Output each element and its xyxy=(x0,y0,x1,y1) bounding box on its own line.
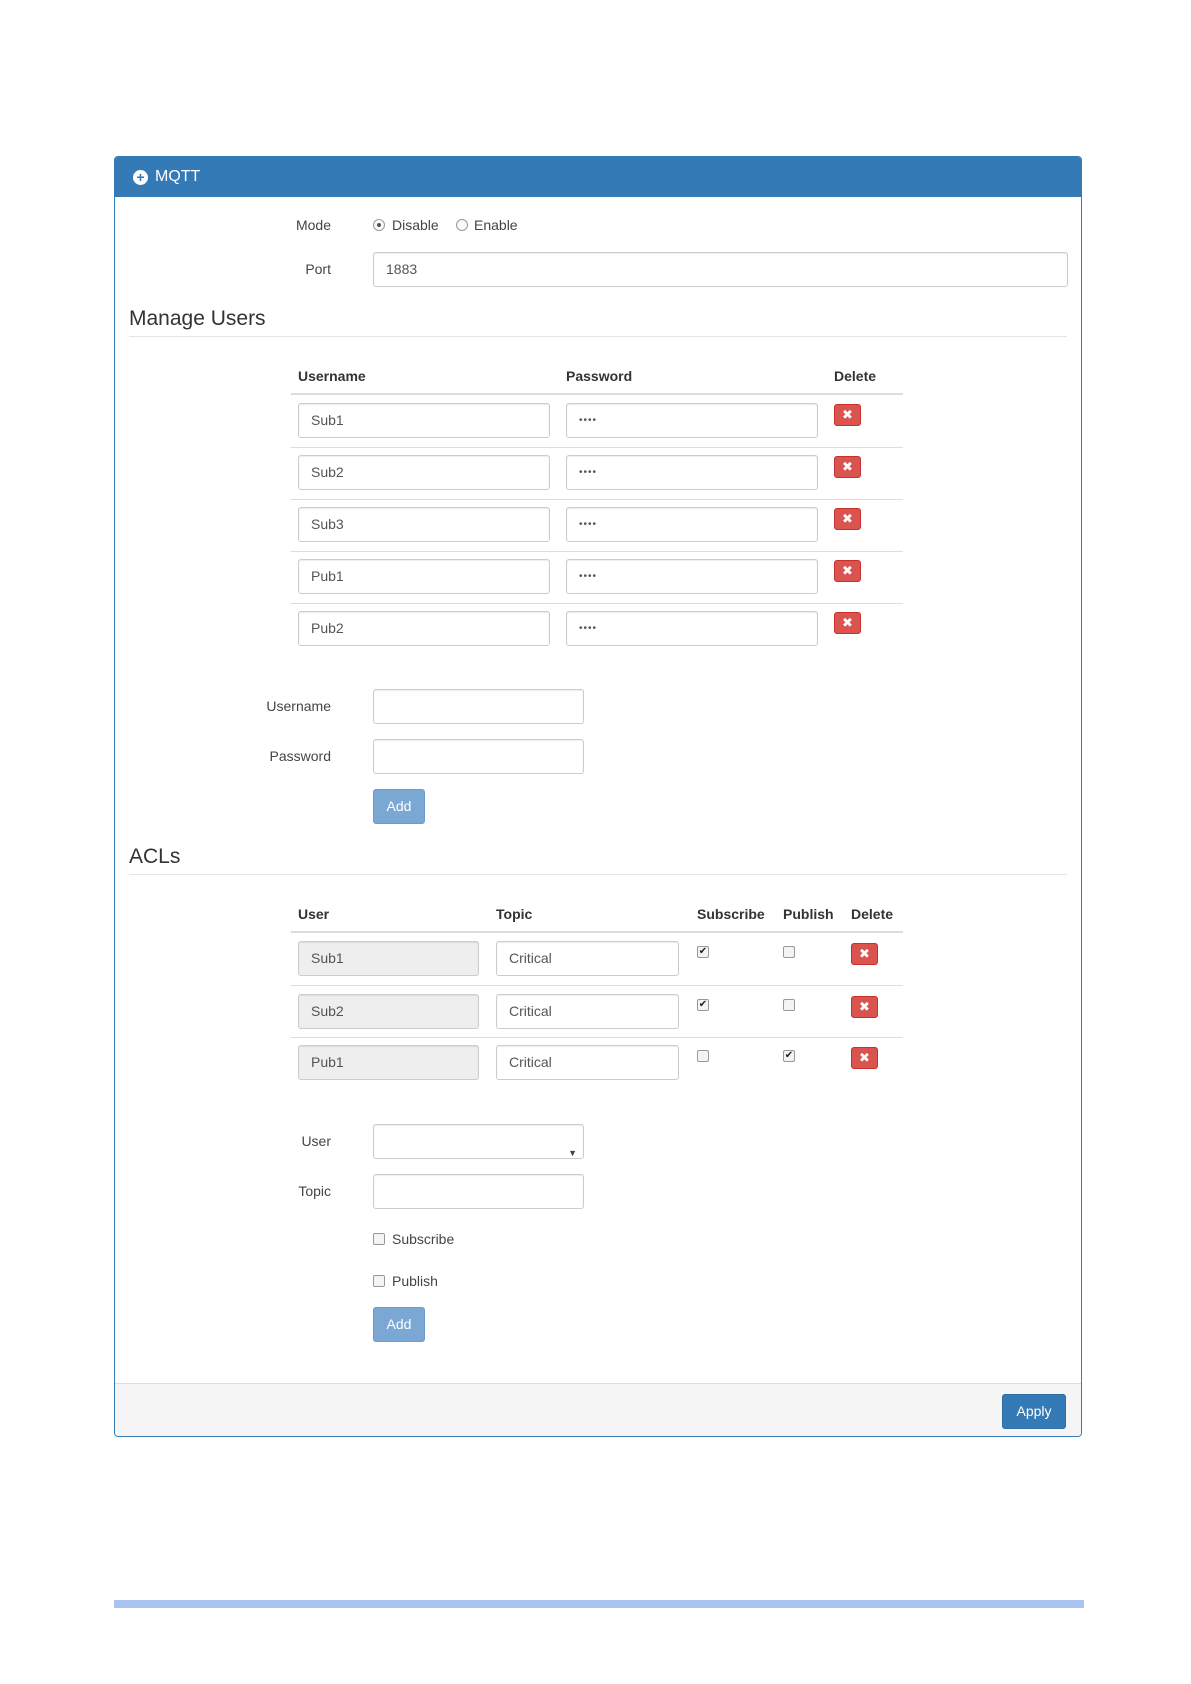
user-row-password[interactable]: •••• xyxy=(566,507,818,542)
user-delete-button[interactable]: ✖ xyxy=(834,508,861,530)
acl-row-user: Sub2 xyxy=(298,994,479,1029)
acl-row-topic[interactable]: Critical xyxy=(496,994,679,1029)
new-acl-subscribe-label[interactable]: Subscribe xyxy=(392,1231,454,1247)
acl-row-topic[interactable]: Critical xyxy=(496,1045,679,1080)
acl-subscribe-checkbox[interactable]: ✔ xyxy=(697,999,709,1011)
users-col-username: Username xyxy=(298,368,366,384)
new-acl-topic-input[interactable] xyxy=(373,1174,584,1209)
user-row-username[interactable]: Sub3 xyxy=(298,507,550,542)
acl-delete-button[interactable]: ✖ xyxy=(851,996,878,1018)
row-divider xyxy=(291,603,903,604)
new-username-input[interactable] xyxy=(373,689,584,724)
user-row-username[interactable]: Sub2 xyxy=(298,455,550,490)
new-password-label: Password xyxy=(269,748,331,764)
user-row-username[interactable]: Pub1 xyxy=(298,559,550,594)
row-divider xyxy=(291,499,903,500)
user-delete-button[interactable]: ✖ xyxy=(834,404,861,426)
users-col-delete: Delete xyxy=(834,368,877,384)
port-input[interactable]: 1883 xyxy=(373,252,1068,287)
panel-heading: + MQTT xyxy=(115,157,1081,197)
mode-disable-label[interactable]: Disable xyxy=(392,217,439,233)
new-acl-subscribe-checkbox[interactable] xyxy=(373,1233,385,1245)
row-divider xyxy=(291,551,903,552)
user-row-password[interactable]: •••• xyxy=(566,403,818,438)
acl-publish-checkbox[interactable] xyxy=(783,946,795,958)
section-divider xyxy=(129,874,1067,875)
acl-row-topic[interactable]: Critical xyxy=(496,941,679,976)
manage-users-title: Manage Users xyxy=(129,307,266,330)
new-acl-user-label: User xyxy=(301,1133,331,1149)
user-row-password[interactable]: •••• xyxy=(566,559,818,594)
port-label: Port xyxy=(305,261,331,277)
mqtt-panel: + MQTT Mode Disable Enable Port 1883 Man… xyxy=(114,156,1082,1437)
acl-subscribe-checkbox[interactable]: ✔ xyxy=(697,946,709,958)
user-row-password[interactable]: •••• xyxy=(566,611,818,646)
acls-title: ACLs xyxy=(129,845,181,868)
add-user-button[interactable]: Add xyxy=(373,789,425,824)
mode-label: Mode xyxy=(295,217,331,233)
plus-circle-icon: + xyxy=(133,169,148,185)
new-acl-publish-checkbox[interactable] xyxy=(373,1275,385,1287)
new-password-input[interactable] xyxy=(373,739,584,774)
acl-col-delete: Delete xyxy=(851,906,894,922)
acl-publish-checkbox[interactable] xyxy=(783,999,795,1011)
page-bottom-bar xyxy=(114,1600,1084,1608)
new-acl-topic-label: Topic xyxy=(298,1183,331,1199)
acl-col-subscribe: Subscribe xyxy=(697,906,765,922)
panel-footer: Apply xyxy=(115,1383,1081,1436)
user-row-username[interactable]: Sub1 xyxy=(298,403,550,438)
user-delete-button[interactable]: ✖ xyxy=(834,612,861,634)
acl-subscribe-checkbox[interactable] xyxy=(697,1050,709,1062)
acl-col-topic: Topic xyxy=(496,906,533,922)
add-acl-button[interactable]: Add xyxy=(373,1307,425,1342)
new-acl-publish-label[interactable]: Publish xyxy=(392,1273,438,1289)
acl-row-user: Pub1 xyxy=(298,1045,479,1080)
acl-header-rule xyxy=(291,931,903,933)
acl-row-user: Sub1 xyxy=(298,941,479,976)
mode-disable-radio[interactable] xyxy=(373,219,385,231)
mode-enable-label[interactable]: Enable xyxy=(474,217,518,233)
new-acl-user-select[interactable]: ▼ xyxy=(373,1124,584,1159)
apply-button[interactable]: Apply xyxy=(1002,1394,1066,1429)
new-username-label: Username xyxy=(266,698,331,714)
row-divider xyxy=(291,447,903,448)
section-divider xyxy=(129,336,1067,337)
row-divider xyxy=(291,985,903,986)
acl-col-user: User xyxy=(298,906,330,922)
user-row-password[interactable]: •••• xyxy=(566,455,818,490)
panel-title: MQTT xyxy=(155,168,201,185)
acl-delete-button[interactable]: ✖ xyxy=(851,1047,878,1069)
users-col-password: Password xyxy=(566,368,633,384)
acl-col-publish: Publish xyxy=(783,906,834,922)
acl-publish-checkbox[interactable]: ✔ xyxy=(783,1050,795,1062)
caret-down-icon: ▼ xyxy=(568,1148,577,1158)
users-header-rule xyxy=(291,393,903,395)
user-row-username[interactable]: Pub2 xyxy=(298,611,550,646)
user-delete-button[interactable]: ✖ xyxy=(834,560,861,582)
row-divider xyxy=(291,1037,903,1038)
acl-delete-button[interactable]: ✖ xyxy=(851,943,878,965)
mode-enable-radio[interactable] xyxy=(456,219,468,231)
user-delete-button[interactable]: ✖ xyxy=(834,456,861,478)
